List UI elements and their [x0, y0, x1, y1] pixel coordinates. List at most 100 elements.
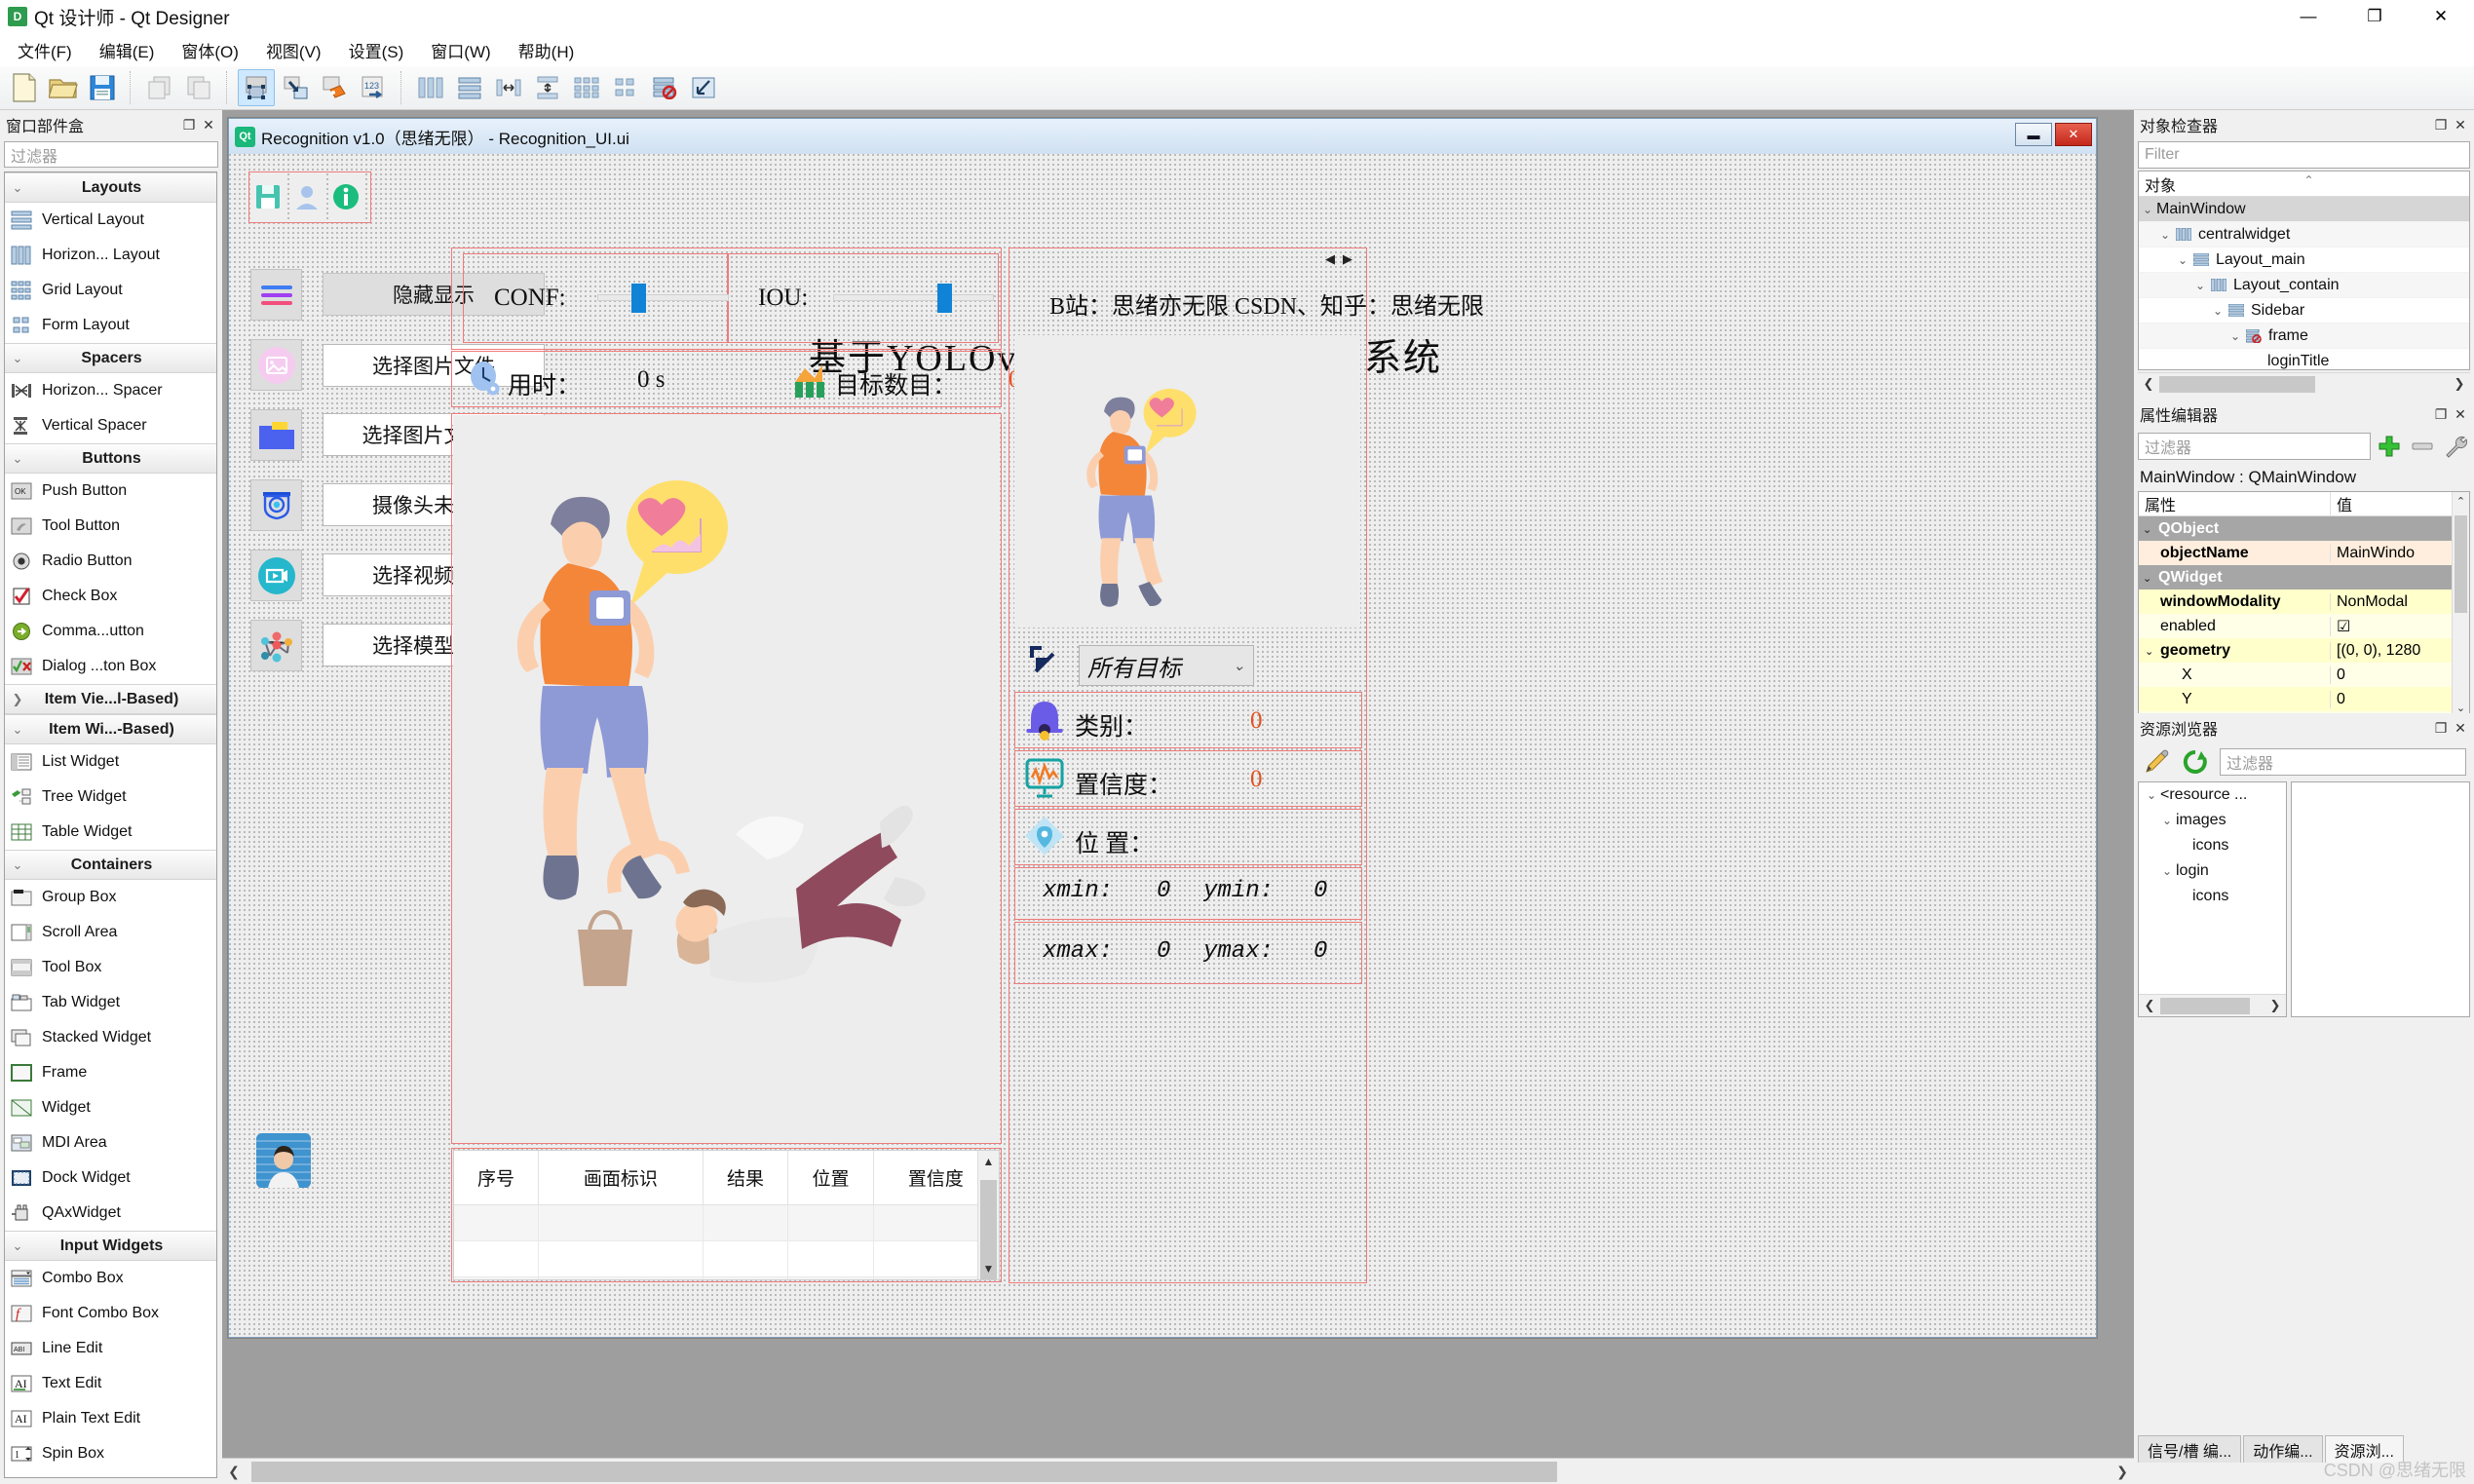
- object-tree-row-frame[interactable]: ⌄ frame: [2139, 323, 2469, 349]
- property-value[interactable]: 0: [2330, 690, 2469, 708]
- scrollbar-track[interactable]: [2159, 375, 2449, 394]
- conf-slider-handle[interactable]: [631, 284, 646, 313]
- scroll-up-icon[interactable]: ▲: [978, 1151, 999, 1172]
- nav-next-icon[interactable]: ▶: [1343, 251, 1352, 273]
- widget-item-push-button[interactable]: OK Push Button: [5, 474, 216, 509]
- property-row-geometry[interactable]: ⌄ geometry [(0, 0), 1280: [2139, 638, 2469, 663]
- float-icon[interactable]: ❐: [179, 115, 199, 134]
- chevron-down-icon[interactable]: ⌄: [2227, 329, 2244, 343]
- menu-file[interactable]: 文件(F): [4, 34, 86, 66]
- widget-group-item-views[interactable]: ❯ Item Vie...l-Based): [5, 684, 216, 714]
- scroll-left-icon[interactable]: ❮: [2139, 998, 2160, 1013]
- property-value[interactable]: 0: [2330, 666, 2469, 684]
- object-inspector-filter-input[interactable]: Filter: [2138, 141, 2470, 169]
- widget-item-dialog-button-box[interactable]: Dialog ...ton Box: [5, 649, 216, 684]
- form-minimize-icon[interactable]: ▬: [2015, 123, 2052, 146]
- property-filter-input[interactable]: 过滤器: [2138, 433, 2371, 460]
- menu-window[interactable]: 窗口(W): [417, 34, 504, 66]
- float-icon[interactable]: ❐: [2431, 404, 2451, 424]
- resource-tree-horizontal-scrollbar[interactable]: ❮ ❯: [2139, 994, 2286, 1016]
- table-row[interactable]: [454, 1276, 999, 1279]
- widget-item-dock-widget[interactable]: Dock Widget: [5, 1161, 216, 1196]
- layout-vertical-icon[interactable]: [451, 69, 488, 106]
- scrollbar-thumb[interactable]: [251, 1461, 1557, 1482]
- adjust-size-icon[interactable]: [685, 69, 722, 106]
- widget-group-input-widgets[interactable]: ⌄ Input Widgets: [5, 1231, 216, 1261]
- table-vertical-scrollbar[interactable]: ▲ ▼: [977, 1151, 999, 1279]
- chevron-down-icon[interactable]: ⌄: [2209, 304, 2227, 318]
- chevron-down-icon[interactable]: ⌄: [2174, 253, 2191, 267]
- property-group-qobject[interactable]: ⌄ QObject: [2139, 516, 2469, 541]
- widget-item-check-box[interactable]: Check Box: [5, 579, 216, 614]
- widget-item-frame[interactable]: Frame: [5, 1055, 216, 1090]
- widget-item-mdi-area[interactable]: MDI Area: [5, 1125, 216, 1161]
- resource-tree-row-login-icons[interactable]: icons: [2139, 884, 2286, 909]
- widget-item-tree-widget[interactable]: Tree Widget: [5, 780, 216, 815]
- widget-item-scroll-area[interactable]: Scroll Area: [5, 915, 216, 950]
- widget-item-radio-button[interactable]: Radio Button: [5, 544, 216, 579]
- iou-slider-handle[interactable]: [937, 284, 952, 313]
- conf-slider-track[interactable]: [597, 294, 729, 301]
- close-icon[interactable]: ✕: [2451, 404, 2470, 424]
- widget-item-tab-widget[interactable]: Tab Widget: [5, 985, 216, 1020]
- menu-settings[interactable]: 设置(S): [335, 34, 418, 66]
- model-network-icon[interactable]: [250, 620, 302, 671]
- property-value[interactable]: NonModal: [2330, 592, 2469, 611]
- detection-preview[interactable]: [1014, 335, 1425, 759]
- chevron-down-icon[interactable]: ⌄: [2158, 814, 2176, 827]
- widget-item-tool-button[interactable]: Tool Button: [5, 509, 216, 544]
- widget-item-horizontal-layout[interactable]: Horizon... Layout: [5, 238, 216, 273]
- minimize-icon[interactable]: —: [2275, 0, 2341, 33]
- edit-widgets-icon[interactable]: [238, 69, 275, 106]
- reload-icon[interactable]: [2181, 747, 2210, 777]
- widget-item-tool-box[interactable]: Tool Box: [5, 950, 216, 985]
- resource-tree-row-login[interactable]: ⌄ login: [2139, 858, 2286, 884]
- new-file-icon[interactable]: [6, 69, 43, 106]
- scroll-left-icon[interactable]: ❮: [222, 1460, 246, 1484]
- results-table[interactable]: 序号 画面标识 结果 位置 置信度 ▲ ▼: [453, 1150, 1000, 1280]
- scrollbar-track[interactable]: [2160, 997, 2265, 1015]
- widget-item-stacked-widget[interactable]: Stacked Widget: [5, 1020, 216, 1055]
- undo-icon[interactable]: [141, 69, 178, 106]
- property-table-vertical-scrollbar[interactable]: ⌃ ⌄: [2452, 492, 2469, 716]
- chevron-up-icon[interactable]: ⌃: [2304, 173, 2314, 187]
- layout-splitter-h-icon[interactable]: [490, 69, 527, 106]
- redo-icon[interactable]: [180, 69, 217, 106]
- layout-splitter-v-icon[interactable]: [529, 69, 566, 106]
- widget-item-text-edit[interactable]: AI Text Edit: [5, 1366, 216, 1401]
- video-file-icon[interactable]: [250, 550, 302, 601]
- object-tree[interactable]: 对象 ⌃ ⌄ MainWindow ⌄ centralwidget ⌄ Layo…: [2138, 171, 2470, 370]
- edit-tab-order-icon[interactable]: 123: [355, 69, 392, 106]
- widget-group-buttons[interactable]: ⌄ Buttons: [5, 443, 216, 474]
- edit-buddies-icon[interactable]: [316, 69, 353, 106]
- scroll-right-icon[interactable]: ❯: [2265, 998, 2286, 1013]
- camera-icon[interactable]: [250, 479, 302, 531]
- info-icon[interactable]: [328, 172, 363, 221]
- float-icon[interactable]: ❐: [2431, 718, 2451, 738]
- widget-item-spin-box[interactable]: 1 Spin Box: [5, 1436, 216, 1471]
- object-tree-row-logintitle[interactable]: loginTitle: [2139, 349, 2469, 369]
- property-row-x[interactable]: X 0: [2139, 663, 2469, 687]
- widget-item-list-widget[interactable]: List Widget: [5, 744, 216, 780]
- target-select-combo[interactable]: 所有目标 ⌄: [1079, 645, 1254, 686]
- menu-view[interactable]: 视图(V): [252, 34, 335, 66]
- chevron-down-icon[interactable]: ⌄: [2139, 203, 2156, 216]
- tab-action-editor[interactable]: 动作编...: [2243, 1435, 2323, 1463]
- widget-item-vertical-spacer[interactable]: Vertical Spacer: [5, 408, 216, 443]
- menu-form[interactable]: 窗体(O): [168, 34, 252, 66]
- property-value-checkbox[interactable]: ☑: [2330, 616, 2469, 636]
- widget-item-qax-widget[interactable]: QAxWidget: [5, 1196, 216, 1231]
- scroll-down-icon[interactable]: ▼: [978, 1258, 999, 1279]
- layout-form-icon[interactable]: [607, 69, 644, 106]
- maximize-icon[interactable]: ❐: [2341, 0, 2408, 33]
- widget-item-plain-text-edit[interactable]: AI Plain Text Edit: [5, 1401, 216, 1436]
- menu-lines-icon[interactable]: [250, 269, 302, 321]
- close-icon[interactable]: ✕: [2408, 0, 2474, 33]
- close-icon[interactable]: ✕: [199, 115, 218, 134]
- scroll-right-icon[interactable]: ❯: [2111, 1460, 2134, 1484]
- widget-item-group-box[interactable]: Group Box: [5, 880, 216, 915]
- object-tree-row-layout-contain[interactable]: ⌄ Layout_contain: [2139, 273, 2469, 298]
- user-icon[interactable]: [289, 172, 324, 221]
- property-group-qwidget[interactable]: ⌄ QWidget: [2139, 565, 2469, 590]
- resource-tree-row-root[interactable]: ⌄ <resource ...: [2139, 782, 2286, 808]
